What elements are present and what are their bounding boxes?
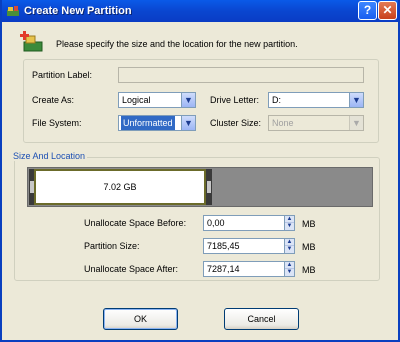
drive-letter-value: D: (272, 95, 281, 105)
new-partition-icon (20, 31, 43, 52)
size-location-legend: Size And Location (11, 151, 88, 161)
cluster-size-select[interactable]: None ▼ (268, 115, 364, 131)
partition-size-input[interactable]: 7185,45 ▲ ▼ (203, 238, 295, 254)
drive-letter-label: Drive Letter: (210, 95, 260, 105)
ok-button[interactable]: OK (103, 308, 178, 330)
unallocated-before-label: Unallocate Space Before: (84, 218, 187, 228)
chevron-down-icon[interactable]: ▼ (181, 116, 195, 130)
unit-label: MB (302, 219, 316, 229)
close-button[interactable]: ✕ (378, 1, 397, 20)
chevron-down-icon[interactable]: ▼ (181, 93, 195, 107)
file-system-label: File System: (32, 118, 82, 128)
create-as-label: Create As: (32, 95, 75, 105)
partition-size-value: 7185,45 (207, 241, 240, 251)
file-system-value: Unformatted (121, 116, 175, 130)
create-as-value: Logical (122, 95, 151, 105)
title-bar[interactable]: Create New Partition ? ✕ (2, 0, 398, 22)
file-system-select[interactable]: Unformatted ▼ (118, 115, 196, 131)
partition-size-label: Partition Size: (84, 241, 140, 251)
unallocated-after-label: Unallocate Space After: (84, 264, 179, 274)
partition-app-icon (7, 6, 19, 16)
partition-size-text: 7.02 GB (103, 182, 137, 192)
spin-up-icon[interactable]: ▲ (285, 262, 294, 269)
disk-map[interactable]: 7.02 GB (27, 167, 373, 207)
cluster-size-label: Cluster Size: (210, 118, 262, 128)
intro-text: Please specify the size and the location… (56, 39, 298, 49)
grip-icon (207, 181, 211, 193)
unit-label: MB (302, 265, 316, 275)
spin-up-icon[interactable]: ▲ (285, 216, 294, 223)
drive-letter-select[interactable]: D: ▼ (268, 92, 364, 108)
partition-block[interactable]: 7.02 GB (34, 169, 206, 205)
help-button[interactable]: ? (358, 1, 377, 20)
spinner[interactable]: ▲ ▼ (284, 216, 294, 230)
spin-down-icon[interactable]: ▼ (285, 246, 294, 253)
unallocated-space (212, 168, 372, 206)
create-as-select[interactable]: Logical ▼ (118, 92, 196, 108)
spin-down-icon[interactable]: ▼ (285, 223, 294, 230)
unallocated-after-value: 7287,14 (207, 264, 240, 274)
partition-label-label: Partition Label: (32, 70, 93, 80)
spin-down-icon[interactable]: ▼ (285, 269, 294, 276)
unallocated-before-value: 0,00 (207, 218, 225, 228)
unallocated-before-input[interactable]: 0,00 ▲ ▼ (203, 215, 295, 231)
window-title: Create New Partition (24, 5, 132, 17)
chevron-down-icon[interactable]: ▼ (349, 93, 363, 107)
create-partition-dialog: Create New Partition ? ✕ Please specify … (0, 0, 400, 342)
unit-label: MB (302, 242, 316, 252)
cluster-size-value: None (272, 118, 294, 128)
chevron-down-icon: ▼ (349, 116, 363, 130)
partition-label-input[interactable] (118, 67, 364, 83)
spin-up-icon[interactable]: ▲ (285, 239, 294, 246)
unallocated-after-input[interactable]: 7287,14 ▲ ▼ (203, 261, 295, 277)
cancel-button[interactable]: Cancel (224, 308, 299, 330)
spinner[interactable]: ▲ ▼ (284, 262, 294, 276)
spinner[interactable]: ▲ ▼ (284, 239, 294, 253)
